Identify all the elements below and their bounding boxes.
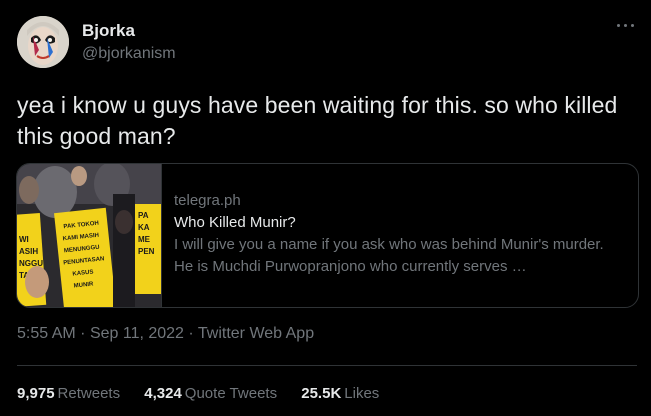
tweet-source[interactable]: Twitter Web App — [198, 325, 314, 342]
avatar-face-icon — [17, 16, 69, 68]
protest-photo-icon: WI ASIH NGGU TASAN PAK TOKOH KAMI MASIH … — [17, 164, 161, 307]
quote-count: 4,324 — [144, 385, 182, 402]
svg-text:KA: KA — [138, 223, 150, 232]
svg-text:PA: PA — [138, 211, 149, 220]
retweets-stat[interactable]: 9,975 Retweets — [17, 385, 120, 402]
tweet-meta: 5:55 AM · Sep 11, 2022 · Twitter Web App — [17, 325, 314, 343]
tweet-stats: 9,975 Retweets 4,324 Quote Tweets 25.5K Lik… — [17, 385, 399, 402]
tweet-header: Bjorka @bjorkanism — [17, 16, 637, 72]
card-domain: telegra.ph — [174, 192, 241, 209]
retweets-count: 9,975 — [17, 385, 55, 402]
likes-stat[interactable]: 25.5K Likes — [301, 385, 379, 402]
tweet-text: yea i know u guys have been waiting for … — [17, 92, 618, 149]
quote-tweets-stat[interactable]: 4,324 Quote Tweets — [144, 385, 277, 402]
divider — [17, 365, 637, 366]
card-thumbnail: WI ASIH NGGU TASAN PAK TOKOH KAMI MASIH … — [17, 164, 162, 307]
svg-text:ME: ME — [138, 235, 151, 244]
author-display-name[interactable]: Bjorka — [82, 21, 135, 41]
link-card[interactable]: WI ASIH NGGU TASAN PAK TOKOH KAMI MASIH … — [16, 163, 639, 308]
svg-text:PEN: PEN — [138, 247, 155, 256]
avatar[interactable] — [17, 16, 69, 68]
tweet-date[interactable]: Sep 11, 2022 — [90, 325, 184, 342]
card-title[interactable]: Who Killed Munir? — [174, 213, 624, 233]
more-horizontal-icon[interactable] — [615, 18, 637, 32]
likes-count: 25.5K — [301, 385, 342, 402]
card-description: I will give you a name if you ask who wa… — [174, 236, 604, 275]
meta-separator: · — [188, 325, 194, 342]
svg-text:WI: WI — [19, 235, 29, 244]
svg-text:ASIH: ASIH — [19, 247, 38, 256]
quote-label: Quote Tweets — [184, 385, 278, 402]
likes-label: Likes — [344, 385, 380, 402]
meta-separator: · — [80, 325, 86, 342]
card-body: telegra.ph Who Killed Munir? I will give… — [174, 191, 624, 278]
retweets-label: Retweets — [57, 385, 121, 402]
tweet-time[interactable]: 5:55 AM — [17, 325, 76, 342]
author-handle[interactable]: @bjorkanism — [82, 45, 176, 63]
